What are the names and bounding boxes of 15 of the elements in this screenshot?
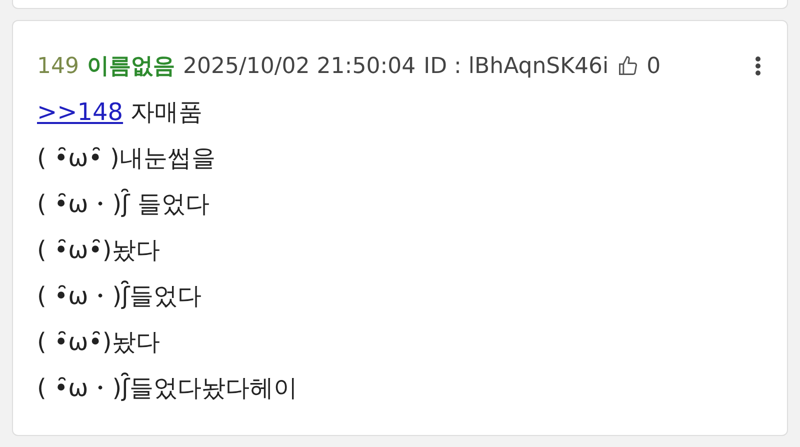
post-text: >>148 자매품 <box>37 97 204 128</box>
post-text: ( •̑ω•̑)놨다 <box>37 235 161 266</box>
author-name: 이름없음 <box>87 53 175 81</box>
like-count: 0 <box>646 54 661 78</box>
post-text: ( •̑ω・)ʃ̑ 들었다 <box>37 188 210 220</box>
post-text: ( •̑ω•̑ )내눈썹을 <box>37 143 216 174</box>
more-menu-button[interactable] <box>753 56 763 76</box>
user-id: ID : lBhAqnSK46i <box>424 54 609 78</box>
post-number: 149 <box>37 54 79 78</box>
post-text: ( •̑ω•̑)놨다 <box>37 327 161 358</box>
thumbs-up-icon[interactable] <box>616 55 639 77</box>
post-text: ( •̑ω・)ʃ̑̑들었다놨다헤이 <box>37 372 299 404</box>
post-text: ( •̑ω・)ʃ̑̑들었다 <box>37 280 203 312</box>
post-datetime: 2025/10/02 21:50:04 <box>183 54 416 78</box>
reply-link[interactable]: >>148 <box>37 98 124 126</box>
